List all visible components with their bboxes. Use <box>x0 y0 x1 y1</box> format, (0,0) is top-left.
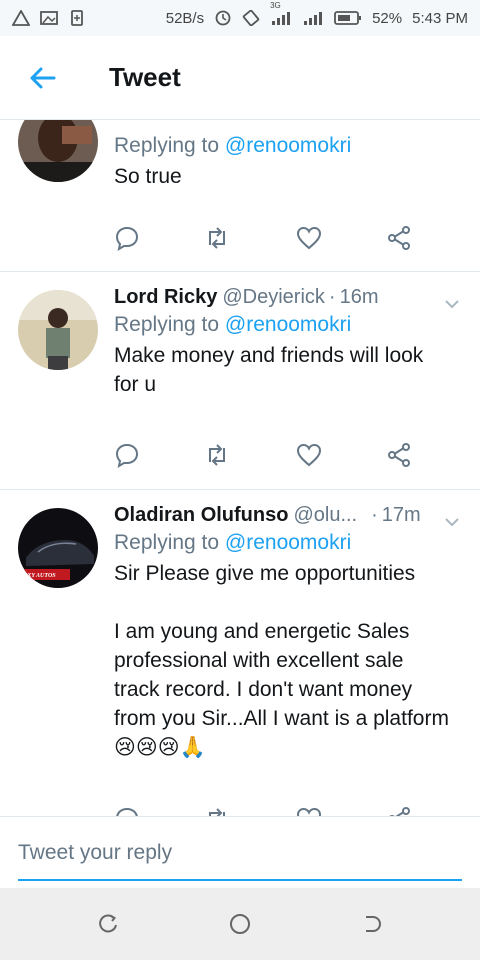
tweet-actions <box>114 442 424 472</box>
system-nav-bar <box>0 888 480 960</box>
reply-icon[interactable] <box>114 806 140 816</box>
separator-dot: · <box>328 286 336 308</box>
image-icon <box>40 11 58 25</box>
recent-apps-icon[interactable] <box>96 912 120 936</box>
net-speed: 52B/s <box>165 9 205 27</box>
data-saver-icon <box>215 10 231 26</box>
app-bar: Tweet <box>0 36 480 120</box>
share-icon[interactable] <box>386 442 412 468</box>
warning-icon <box>12 10 30 26</box>
reply-input[interactable]: Tweet your reply <box>18 837 462 881</box>
sd-card-icon <box>71 10 83 26</box>
replying-label: Replying to <box>114 531 225 554</box>
avatar[interactable] <box>18 290 98 370</box>
timestamp: 17m <box>381 504 421 526</box>
signal-3g: 3G <box>270 1 292 26</box>
share-icon[interactable] <box>386 806 412 816</box>
tweet-line: I am young and energetic Sales <box>114 620 410 643</box>
battery-icon <box>334 11 362 25</box>
tweet-emoji-line: 😢😢😢🙏 <box>114 736 206 759</box>
avatar[interactable] <box>18 120 98 182</box>
back-nav-icon[interactable] <box>360 912 384 936</box>
retweet-icon[interactable] <box>204 806 230 816</box>
replying-label: Replying to <box>114 313 225 336</box>
tweet-item[interactable]: Lord Ricky @Deyierick · 16m Replying to … <box>0 272 480 490</box>
clock: 5:43 PM <box>412 9 468 27</box>
avatar-photo: OXY AUTOS <box>18 508 98 588</box>
tweet-text: Make money and friends will look for u <box>114 341 462 399</box>
tweet-header: Oladiran Olufunso @olu... · 17m <box>114 504 462 527</box>
tweet-line: for u <box>114 373 157 396</box>
like-icon[interactable] <box>296 225 322 251</box>
tweet-header: Lord Ricky @Deyierick · 16m <box>114 286 462 309</box>
replying-to: Replying to @renoomokri <box>114 134 462 158</box>
reply-thread[interactable]: Replying to @renoomokri So true Lord Ric… <box>0 120 480 816</box>
separator-dot: · <box>371 504 378 526</box>
user-handle[interactable]: @olu... <box>293 504 357 527</box>
battery-level: 52% <box>372 9 403 27</box>
tweet-text: Sir Please give me opportunities I am yo… <box>114 559 462 762</box>
tweet-item[interactable]: Replying to @renoomokri So true <box>0 120 480 272</box>
status-bar: 52B/s 3G 52% 5:43 PM <box>0 0 480 36</box>
tweet-line: Make money and friends will look <box>114 344 424 367</box>
replying-to: Replying to @renoomokri <box>114 531 462 555</box>
avatar-photo <box>18 120 98 182</box>
tweet-item[interactable]: OXY AUTOS Oladiran Olufunso @olu... · 17… <box>0 490 480 816</box>
mention-link[interactable]: @renoomokri <box>225 313 351 336</box>
tweet-text: So true <box>114 162 462 191</box>
like-icon[interactable] <box>296 806 322 816</box>
network-type-label: 3G <box>270 1 281 10</box>
chevron-down-icon[interactable] <box>442 294 462 314</box>
replying-label: Replying to <box>114 134 225 157</box>
page-title: Tweet <box>109 62 181 92</box>
reply-composer: Tweet your reply <box>0 816 480 888</box>
chevron-down-icon[interactable] <box>442 512 462 532</box>
display-name[interactable]: Lord Ricky <box>114 286 217 309</box>
arrow-left-icon <box>30 67 56 88</box>
display-name[interactable]: Oladiran Olufunso <box>114 504 288 527</box>
mention-link[interactable]: @renoomokri <box>225 531 351 554</box>
replying-to: Replying to @renoomokri <box>114 313 462 337</box>
timestamp: 16m <box>339 286 379 308</box>
tweet-line: track record. I don't want money <box>114 678 413 701</box>
signal-icon-2 <box>304 12 323 25</box>
rotate-icon <box>242 10 260 26</box>
avatar[interactable]: OXY AUTOS <box>18 508 98 588</box>
back-button[interactable] <box>0 36 84 120</box>
signal-icon <box>272 12 291 25</box>
tweet-line: from you Sir...All I want is a platform <box>114 707 449 730</box>
retweet-icon[interactable] <box>204 225 230 251</box>
avatar-brand-text: OXY AUTOS <box>23 573 56 579</box>
tweet-actions <box>114 225 424 255</box>
reply-icon[interactable] <box>114 225 140 251</box>
tweet-line: So true <box>114 165 182 188</box>
mention-link[interactable]: @renoomokri <box>225 134 351 157</box>
tweet-actions-peek <box>114 806 424 816</box>
retweet-icon[interactable] <box>204 442 230 468</box>
share-icon[interactable] <box>386 225 412 251</box>
reply-icon[interactable] <box>114 442 140 468</box>
home-icon[interactable] <box>228 912 252 936</box>
like-icon[interactable] <box>296 442 322 468</box>
tweet-line: Sir Please give me opportunities <box>114 562 416 585</box>
avatar-photo <box>18 290 98 370</box>
tweet-line: professional with excellent sale <box>114 649 404 672</box>
tweet-line <box>114 588 462 617</box>
user-handle[interactable]: @Deyierick <box>222 286 325 309</box>
